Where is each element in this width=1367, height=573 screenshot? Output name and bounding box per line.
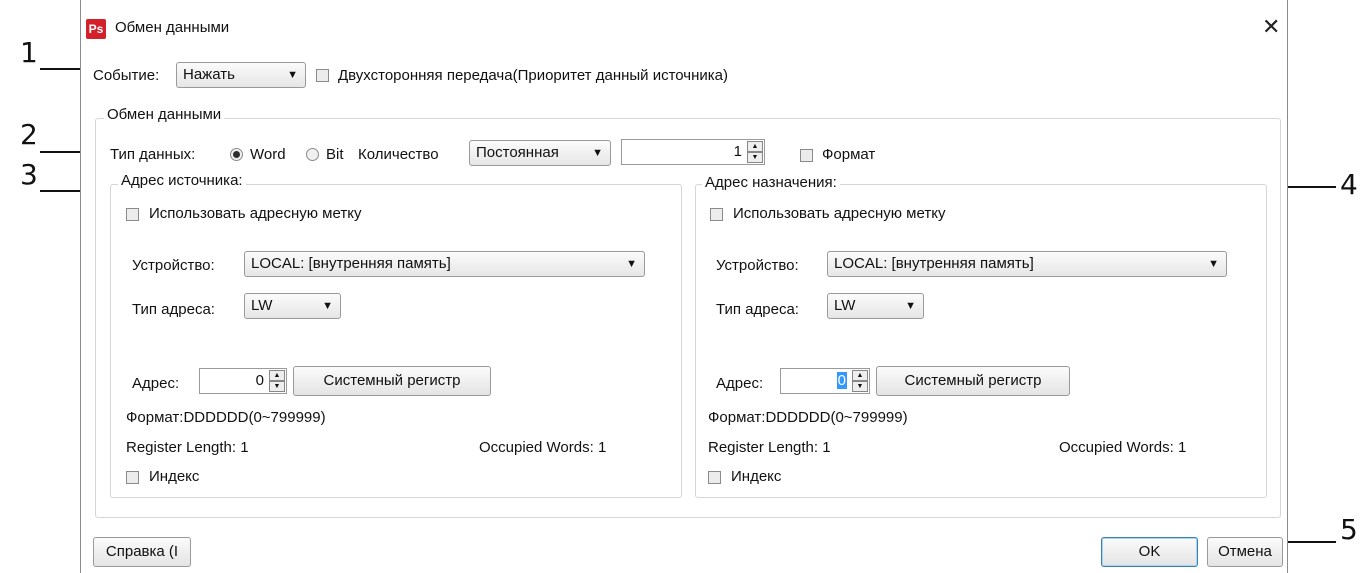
bit-radio[interactable] (306, 148, 319, 161)
two-way-checkbox[interactable] (316, 69, 329, 82)
spin-down-icon[interactable]: ▼ (747, 152, 763, 163)
count-value-stepper[interactable]: 1 ▲ ▼ (621, 139, 765, 165)
source-group-label: Адрес источника: (118, 172, 246, 189)
target-address-stepper[interactable]: 0 ▲ ▼ (780, 368, 870, 394)
target-addr-type-value: LW (834, 297, 856, 314)
source-format-text: Формат:DDDDDD(0~799999) (126, 409, 326, 426)
word-label: Word (250, 146, 286, 163)
event-select-value: Нажать (183, 66, 235, 83)
target-addr-type-select[interactable]: LW ▼ (827, 293, 924, 319)
source-index-checkbox[interactable] (126, 471, 139, 484)
format-label: Формат (822, 146, 876, 163)
close-icon[interactable]: ✕ (1262, 14, 1280, 40)
target-use-tag-checkbox[interactable] (710, 208, 723, 221)
spin-up-icon[interactable]: ▲ (852, 370, 868, 381)
help-button[interactable]: Справка (I (93, 537, 191, 567)
data-exchange-group-label: Обмен данными (104, 106, 225, 123)
spin-up-icon[interactable]: ▲ (269, 370, 285, 381)
chevron-down-icon: ▼ (592, 147, 603, 159)
source-device-select[interactable]: LOCAL: [внутренняя память] ▼ (244, 251, 645, 277)
bit-label: Bit (326, 146, 344, 163)
callout-2: 2 (20, 118, 38, 151)
word-radio[interactable] (230, 148, 243, 161)
target-address-value: 0 (836, 372, 847, 389)
source-addr-type-value: LW (251, 297, 273, 314)
target-sysreg-button[interactable]: Системный регистр (876, 366, 1070, 396)
count-mode-select[interactable]: Постоянная ▼ (469, 140, 611, 166)
source-use-tag-checkbox[interactable] (126, 208, 139, 221)
count-value: 1 (733, 143, 742, 160)
chevron-down-icon: ▼ (322, 300, 333, 312)
data-type-label: Тип данных: (110, 146, 196, 163)
source-register-length: Register Length: 1 (126, 439, 249, 456)
chevron-down-icon: ▼ (905, 300, 916, 312)
target-index-checkbox[interactable] (708, 471, 721, 484)
chevron-down-icon: ▼ (1208, 258, 1219, 270)
spin-down-icon[interactable]: ▼ (852, 381, 868, 392)
target-addr-type-label: Тип адреса: (716, 301, 799, 318)
source-addr-type-select[interactable]: LW ▼ (244, 293, 341, 319)
target-format-text: Формат:DDDDDD(0~799999) (708, 409, 908, 426)
source-sysreg-button[interactable]: Системный регистр (293, 366, 491, 396)
source-addr-type-label: Тип адреса: (132, 301, 215, 318)
target-register-length: Register Length: 1 (708, 439, 831, 456)
source-address-label: Адрес: (132, 375, 180, 392)
source-device-label: Устройство: (132, 257, 215, 274)
count-label: Количество (358, 146, 439, 163)
callout-5: 5 (1340, 513, 1358, 546)
spin-down-icon[interactable]: ▼ (269, 381, 285, 392)
callout-3: 3 (20, 158, 38, 191)
target-group-label: Адрес назначения: (702, 174, 840, 191)
window-title: Обмен данными (115, 19, 230, 36)
count-mode-value: Постоянная (476, 144, 559, 161)
event-select[interactable]: Нажать ▼ (176, 62, 306, 88)
spin-up-icon[interactable]: ▲ (747, 141, 763, 152)
target-use-tag-label: Использовать адресную метку (733, 205, 946, 222)
chevron-down-icon: ▼ (287, 69, 298, 81)
target-device-select[interactable]: LOCAL: [внутренняя память] ▼ (827, 251, 1227, 277)
source-device-value: LOCAL: [внутренняя память] (251, 255, 451, 272)
source-address-value: 0 (255, 372, 264, 389)
app-icon: Ps (86, 19, 106, 39)
source-occupied-words: Occupied Words: 1 (479, 439, 607, 456)
target-index-label: Индекс (731, 468, 782, 485)
two-way-label: Двухсторонняя передача(Приоритет данный … (338, 67, 729, 84)
chevron-down-icon: ▼ (626, 258, 637, 270)
ok-button[interactable]: OK (1101, 537, 1198, 567)
target-occupied-words: Occupied Words: 1 (1059, 439, 1187, 456)
event-label: Событие: (93, 67, 160, 84)
source-index-label: Индекс (149, 468, 200, 485)
callout-1: 1 (20, 36, 38, 69)
target-address-label: Адрес: (716, 375, 764, 392)
target-device-label: Устройство: (716, 257, 799, 274)
cancel-button[interactable]: Отмена (1207, 537, 1283, 567)
source-use-tag-label: Использовать адресную метку (149, 205, 362, 222)
source-address-stepper[interactable]: 0 ▲ ▼ (199, 368, 287, 394)
format-checkbox[interactable] (800, 149, 813, 162)
callout-4: 4 (1340, 168, 1358, 201)
target-device-value: LOCAL: [внутренняя память] (834, 255, 1034, 272)
